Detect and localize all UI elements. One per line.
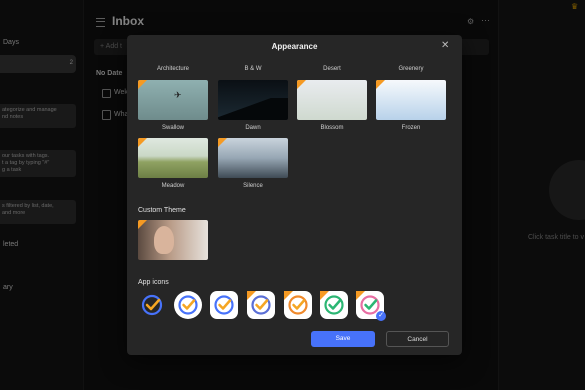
app-icon-premium-pink[interactable]: ✓ <box>356 291 386 321</box>
premium-badge-icon <box>284 291 293 300</box>
premium-badge-icon <box>138 220 147 229</box>
premium-badge-icon <box>138 138 147 147</box>
premium-badge-icon <box>247 291 256 300</box>
premium-badge-icon <box>297 80 306 89</box>
theme-group-label: Desert <box>323 66 341 72</box>
selected-check-icon: ✓ <box>376 311 386 321</box>
premium-badge-icon <box>376 80 385 89</box>
theme-custom[interactable] <box>138 220 208 260</box>
theme-silence[interactable] <box>218 138 288 178</box>
app-icon-dark[interactable] <box>138 291 166 319</box>
app-icon-rounded[interactable] <box>210 291 238 319</box>
appearance-dialog: Appearance ✕ Architecture B & W Desert G… <box>127 35 462 355</box>
dialog-title: Appearance <box>271 42 318 51</box>
theme-label: Blossom <box>320 125 344 131</box>
custom-theme-heading: Custom Theme <box>138 207 186 214</box>
app-icon-classic[interactable] <box>174 291 202 319</box>
portrait-photo <box>154 226 174 254</box>
app-icons-heading: App icons <box>138 279 169 286</box>
theme-dawn[interactable] <box>218 80 288 120</box>
theme-group-label: B & W <box>244 66 262 72</box>
app-icon-premium-orange[interactable] <box>284 291 312 319</box>
premium-badge-icon <box>138 80 147 89</box>
theme-frozen[interactable] <box>376 80 446 120</box>
theme-label: Dawn <box>245 125 261 131</box>
theme-group-label: Greenery <box>398 66 424 72</box>
premium-badge-icon <box>356 291 365 300</box>
premium-badge-icon <box>218 138 227 147</box>
app-icon-premium-blue[interactable] <box>247 291 275 319</box>
theme-blossom[interactable] <box>297 80 367 120</box>
theme-meadow[interactable] <box>138 138 208 178</box>
theme-group-label: Architecture <box>156 66 189 72</box>
mountain-icon <box>218 98 288 120</box>
bird-icon: ✈ <box>174 90 182 100</box>
theme-swallow[interactable]: ✈ <box>138 80 208 120</box>
theme-label: Swallow <box>161 125 184 131</box>
theme-label: Meadow <box>161 183 185 189</box>
app-icon-premium-green[interactable] <box>320 291 348 319</box>
cancel-button[interactable]: Cancel <box>386 331 449 347</box>
theme-label: Silence <box>243 183 263 189</box>
close-icon[interactable]: ✕ <box>441 40 449 51</box>
premium-badge-icon <box>320 291 329 300</box>
theme-label: Frozen <box>401 125 421 131</box>
save-button[interactable]: Save <box>311 331 375 347</box>
